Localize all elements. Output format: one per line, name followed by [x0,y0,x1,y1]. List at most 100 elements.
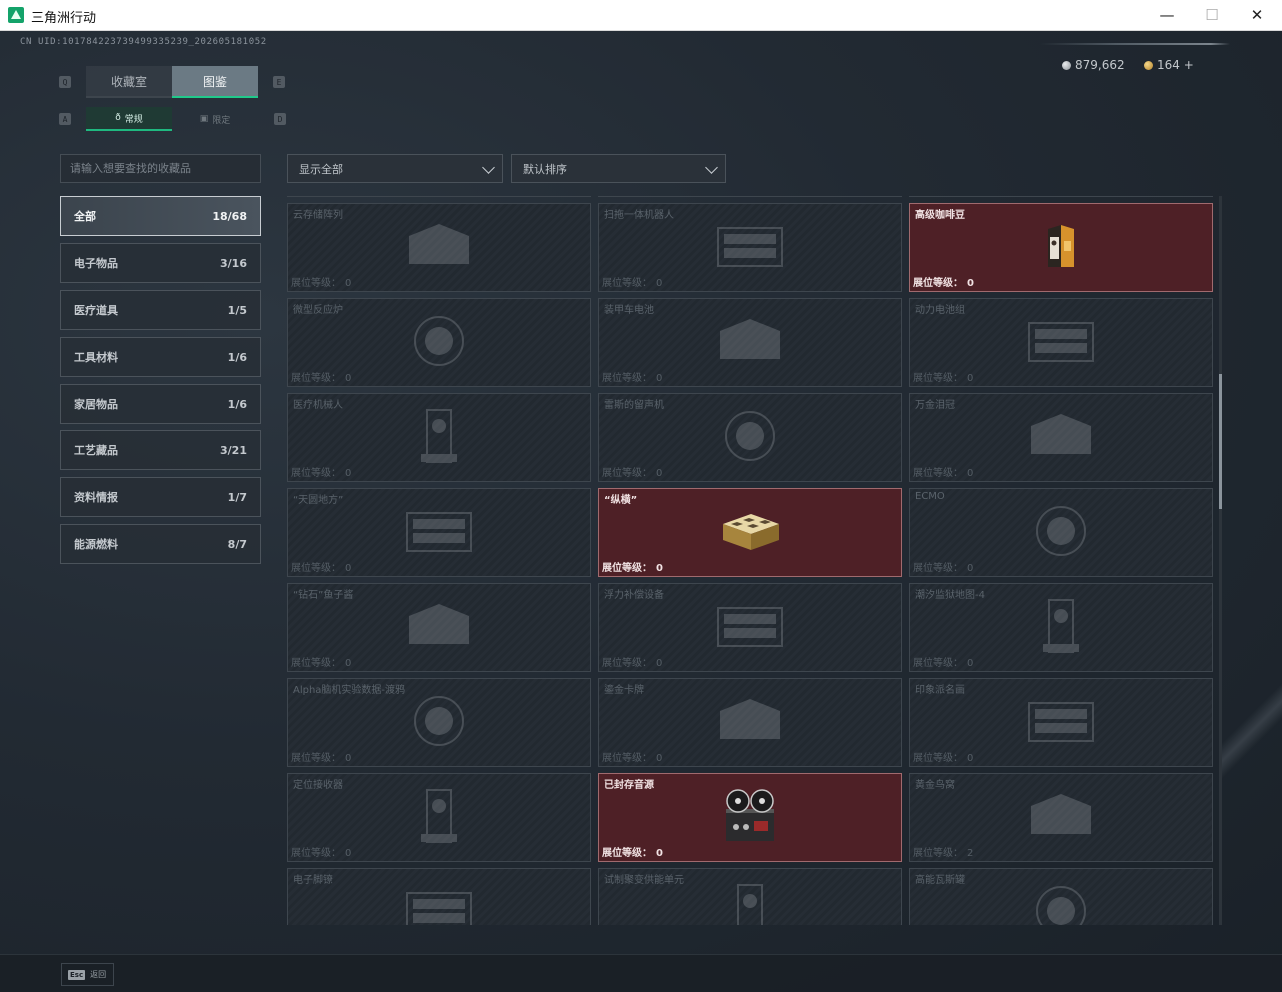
robot-icon [710,216,790,280]
decorative-background [1222,671,1282,791]
tab-collection[interactable]: 收藏室 [86,66,172,98]
app-logo-icon [8,7,24,23]
item-level: 展位等级： 0 [602,654,662,669]
collection-item[interactable]: 高级咖啡豆 展位等级： 0 [909,203,1213,292]
item-level-value: 0 [656,373,663,384]
item-level-label: 展位等级： [602,848,652,859]
item-level-value: 0 [967,658,974,669]
item-level-value: 0 [345,468,352,479]
collection-item[interactable]: “钻石”鱼子酱展位等级： 0 [287,583,591,672]
category-label: 工具材料 [74,351,118,364]
collection-item[interactable]: 装甲车电池 展位等级： 0 [598,298,902,387]
collection-item[interactable]: 定位接收器 展位等级： 0 [287,773,591,862]
collection-item[interactable]: 医疗机械人 展位等级： 0 [287,393,591,482]
category-electronics[interactable]: 电子物品 3/16 [60,243,261,283]
category-label: 家居物品 [74,398,118,411]
sort-value: 默认排序 [523,162,567,176]
item-name: “天圆地方” [293,495,344,506]
reel-recorder-icon [720,787,780,849]
category-count: 1/5 [227,303,247,317]
category-energy[interactable]: 能源燃料 8/7 [60,524,261,564]
item-level: 展位等级： 0 [291,654,351,669]
collection-item[interactable]: 黄金鸟窝展位等级： 2 [909,773,1213,862]
battery-pack-icon [1021,311,1101,375]
category-crafts[interactable]: 工艺藏品 3/21 [60,430,261,470]
item-level: 展位等级： 0 [602,464,662,479]
category-tools[interactable]: 工具材料 1/6 [60,337,261,377]
item-level-value: 0 [656,278,663,289]
collection-item[interactable]: Alpha脑机实验数据-渡鸦 展位等级： 0 [287,678,591,767]
category-intel[interactable]: 资料情报 1/7 [60,477,261,517]
caviar-icon [399,596,479,660]
item-level-label: 展位等级： [913,278,963,289]
item-name: 浮力补偿设备 [604,590,664,601]
item-name: Alpha脑机实验数据-渡鸦 [293,685,406,696]
subtab-limited[interactable]: ▣ 限定 [172,107,258,131]
item-level-label: 展位等级： [291,658,341,669]
medical-robot-icon [409,404,469,472]
category-medical[interactable]: 医疗道具 1/5 [60,290,261,330]
collection-item[interactable]: 已封存音源 展位等级： 0 [598,773,902,862]
gold-currency[interactable]: 164 + [1144,58,1194,72]
item-level-value: 0 [967,468,974,479]
display-filter-dropdown[interactable]: 显示全部 [287,154,503,183]
window-title: 三角洲行动 [31,11,97,26]
maximize-button[interactable]: ☐ [1189,0,1235,30]
item-name: 印象派名画 [915,685,965,696]
collection-item[interactable]: 浮力补偿设备展位等级： 0 [598,583,902,672]
box-icon: ▣ [199,114,209,124]
collection-item[interactable]: 高能瓦斯罐 [909,868,1213,925]
coffee-bag-icon [1044,221,1078,275]
item-name: “钻石”鱼子酱 [293,590,354,601]
collection-item[interactable]: 展位等级：0 [598,196,902,197]
collection-item[interactable]: 动力电池组 展位等级： 0 [909,298,1213,387]
item-name: 已封存音源 [604,780,654,791]
collection-item[interactable]: 电子脚镣 [287,868,591,925]
subtab-normal[interactable]: ð 常规 [86,107,172,131]
category-all[interactable]: 全部 18/68 [60,196,261,236]
collection-item[interactable]: 雷斯的留声机 展位等级： 0 [598,393,902,482]
item-level: 展位等级： 0 [602,369,662,384]
category-label: 工艺藏品 [74,444,118,457]
item-level-label: 展位等级： [913,848,963,859]
search-input[interactable] [61,155,260,182]
category-household[interactable]: 家居物品 1/6 [60,384,261,424]
category-label: 能源燃料 [74,538,118,551]
collection-item[interactable]: 鎏金卡牌 展位等级： 0 [598,678,902,767]
collection-item[interactable]: 万金泪冠 展位等级： 0 [909,393,1213,482]
esc-key-icon: Esc [68,969,86,980]
collection-item[interactable]: 展位等级：0 [287,196,591,197]
collection-item[interactable]: 印象派名画 展位等级： 0 [909,678,1213,767]
item-name: 黄金鸟窝 [915,780,955,791]
category-count: 8/7 [227,537,247,551]
scrollbar-thumb[interactable] [1219,374,1222,509]
decorative-line [1040,43,1230,45]
item-level-label: 展位等级： [291,468,341,479]
back-button[interactable]: Esc 返回 [61,963,114,986]
item-level-label: 展位等级： [602,753,652,764]
collection-item[interactable]: ECMO 展位等级： 0 [909,488,1213,577]
item-name: 潮汐监狱地图-4 [915,590,985,601]
reactor-icon [407,309,471,377]
collection-item[interactable]: 试制聚变供能单元 [598,868,902,925]
flask-icon: ð [115,113,121,123]
item-level: 展位等级： 2 [913,844,973,859]
close-button[interactable]: ✕ [1234,0,1280,30]
server-icon [399,216,479,280]
collection-item[interactable]: 展位等级：0 [909,196,1213,197]
collection-item[interactable]: 微型反应炉 展位等级： 0 [287,298,591,387]
category-label: 电子物品 [74,257,118,270]
collection-item[interactable]: 云存储阵列 展位等级： 0 [287,203,591,292]
sort-dropdown[interactable]: 默认排序 [511,154,726,183]
search-box[interactable] [60,154,261,183]
item-name: 万金泪冠 [915,400,955,411]
gramophone-icon [718,404,782,472]
minimize-button[interactable]: — [1144,0,1190,30]
collection-item[interactable]: “天圆地方” 展位等级： 0 [287,488,591,577]
collection-item[interactable]: “纵横” 展位等级： 0 [598,488,902,577]
scrollbar[interactable] [1219,196,1222,925]
silver-currency: 879,662 [1062,58,1125,72]
collection-item[interactable]: 潮汐监狱地图-4 展位等级： 0 [909,583,1213,672]
collection-item[interactable]: 扫拖一体机器人 展位等级： 0 [598,203,902,292]
tab-atlas[interactable]: 图鉴 [172,66,258,98]
